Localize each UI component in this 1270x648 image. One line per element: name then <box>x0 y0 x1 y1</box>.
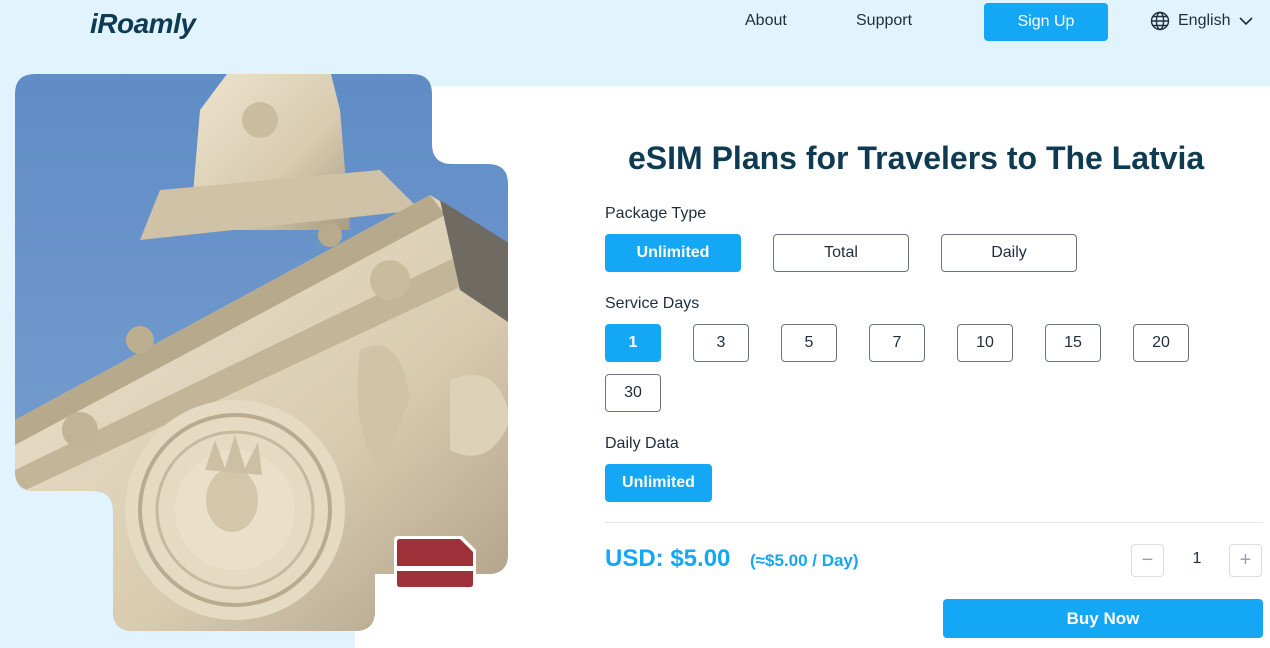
quantity-decrement-button[interactable]: − <box>1131 544 1164 577</box>
price-per-day: (≈$5.00 / Day) <box>750 551 859 570</box>
daily-data-label: Daily Data <box>605 435 679 452</box>
signup-button[interactable]: Sign Up <box>984 3 1108 41</box>
service-days-label: Service Days <box>605 295 700 312</box>
buy-now-button[interactable]: Buy Now <box>943 599 1263 638</box>
quantity-value[interactable]: 1 <box>1170 550 1224 568</box>
package-type-label: Package Type <box>605 205 707 222</box>
page-title: eSIM Plans for Travelers to The Latvia <box>628 140 1205 176</box>
chevron-down-icon <box>1238 13 1254 29</box>
package-option-unlimited[interactable]: Unlimited <box>605 234 741 272</box>
nav-support[interactable]: Support <box>856 12 912 30</box>
package-option-total[interactable]: Total <box>773 234 909 272</box>
days-option-20[interactable]: 20 <box>1133 324 1189 362</box>
nav-about[interactable]: About <box>745 12 787 30</box>
daily-data-option-unlimited[interactable]: Unlimited <box>605 464 712 502</box>
days-option-3[interactable]: 3 <box>693 324 749 362</box>
language-selector[interactable]: English <box>1150 11 1254 31</box>
days-option-15[interactable]: 15 <box>1045 324 1101 362</box>
hero-image <box>15 74 508 631</box>
days-option-5[interactable]: 5 <box>781 324 837 362</box>
price-total: USD: $5.00 <box>605 545 731 572</box>
language-label: English <box>1178 12 1231 29</box>
days-option-1[interactable]: 1 <box>605 324 661 362</box>
divider <box>605 522 1263 523</box>
days-option-10[interactable]: 10 <box>957 324 1013 362</box>
package-option-daily[interactable]: Daily <box>941 234 1077 272</box>
latvia-flag-icon <box>394 536 476 590</box>
quantity-increment-button[interactable]: + <box>1229 544 1262 577</box>
days-option-30[interactable]: 30 <box>605 374 661 412</box>
days-option-7[interactable]: 7 <box>869 324 925 362</box>
globe-icon <box>1150 11 1170 31</box>
